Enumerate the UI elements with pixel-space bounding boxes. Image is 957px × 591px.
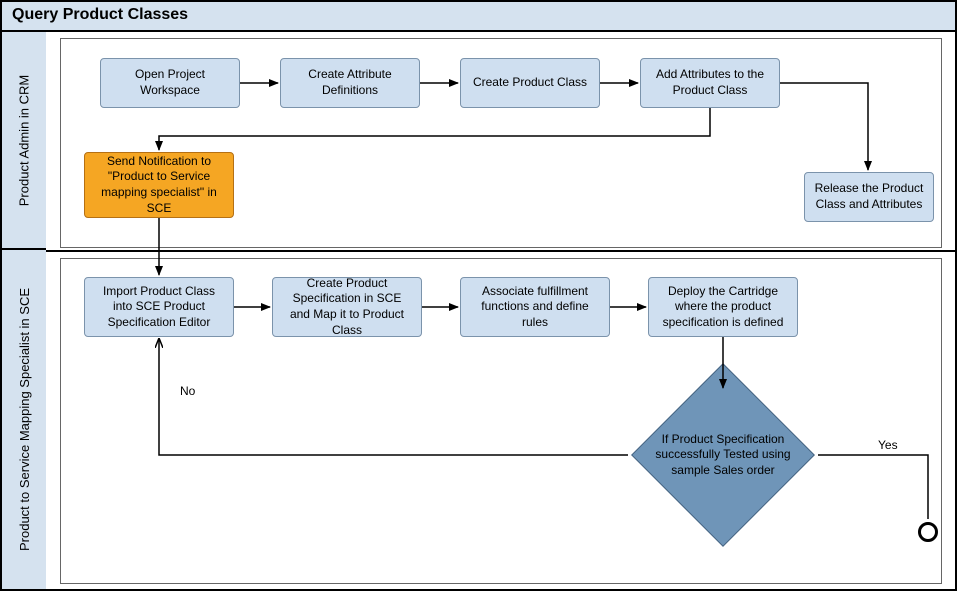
node-create-spec: Create Product Specification in SCE and … [272, 277, 422, 337]
node-create-class: Create Product Class [460, 58, 600, 108]
diagram-content: Open Project Workspace Create Attribute … [46, 32, 955, 589]
node-create-attribute: Create Attribute Definitions [280, 58, 420, 108]
diamond-text: If Product Specification successfully Te… [628, 390, 818, 520]
swimlane-diagram: Query Product Classes Product Admin in C… [0, 0, 957, 591]
lane-label-top: Product Admin in CRM [2, 32, 46, 250]
terminator-end [918, 522, 938, 542]
edge-label-yes: Yes [878, 438, 898, 452]
node-decision: If Product Specification successfully Te… [628, 390, 818, 520]
node-release: Release the Product Class and Attributes [804, 172, 934, 222]
node-import-product-class: Import Product Class into SCE Product Sp… [84, 277, 234, 337]
node-open-project: Open Project Workspace [100, 58, 240, 108]
lane-divider [46, 250, 955, 252]
node-associate-fulfillment: Associate fulfillment functions and defi… [460, 277, 610, 337]
lane-label-bottom-text: Product to Service Mapping Specialist in… [17, 288, 32, 551]
node-deploy-cartridge: Deploy the Cartridge where the product s… [648, 277, 798, 337]
node-add-attributes: Add Attributes to the Product Class [640, 58, 780, 108]
lane-label-top-text: Product Admin in CRM [17, 74, 32, 206]
lane-label-column: Product Admin in CRM Product to Service … [2, 32, 46, 589]
edge-label-no: No [180, 384, 195, 398]
node-send-notification: Send Notification to "Product to Service… [84, 152, 234, 218]
diagram-title: Query Product Classes [2, 2, 955, 32]
lane-label-bottom: Product to Service Mapping Specialist in… [2, 250, 46, 589]
